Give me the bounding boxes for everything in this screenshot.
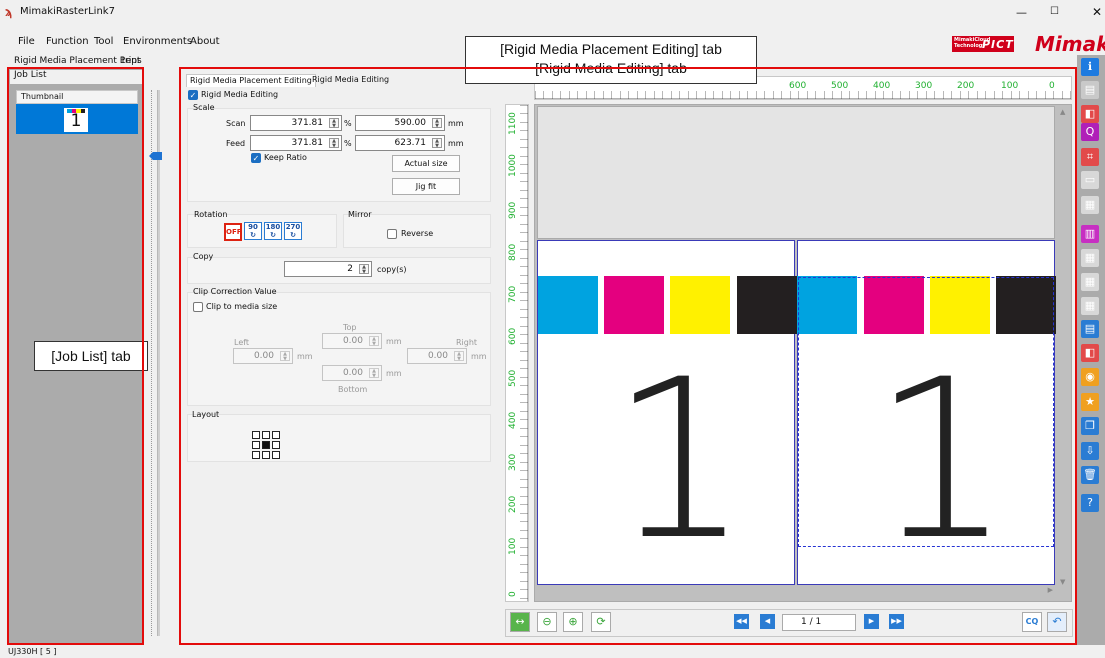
copy-icon[interactable]: ❐ [1081, 417, 1099, 435]
window-title: MimakiRasterLink7 [20, 6, 115, 17]
sheet-icon[interactable]: ▭ [1081, 171, 1099, 189]
sample-icon[interactable]: ▦ [1081, 297, 1099, 315]
favorite-icon[interactable]: ★ [1081, 393, 1099, 411]
trash-icon[interactable]: 🗑 [1081, 466, 1099, 484]
menu-about[interactable]: About [190, 36, 220, 47]
app-logo-icon: ϡ [5, 5, 13, 19]
preview-q-icon[interactable]: Q [1081, 123, 1099, 141]
editor-highlight [179, 67, 1077, 645]
menu-tool[interactable]: Tool [94, 36, 113, 47]
status-bar: UJ330H [ 5 ] [8, 647, 57, 656]
layout-editor-icon[interactable]: ▥ [1081, 225, 1099, 243]
job-list-highlight [7, 67, 144, 645]
help-icon[interactable]: ? [1081, 494, 1099, 512]
pict-logo-text: PICT [982, 38, 1014, 51]
thumbnail-size-slider-ticks [148, 90, 152, 636]
grid-icon[interactable]: ▦ [1081, 196, 1099, 214]
menu-function[interactable]: Function [46, 36, 89, 47]
tabs-callout-line1: [Rigid Media Placement Editing] tab [500, 41, 722, 57]
file-name-label: 1eps [120, 56, 142, 66]
crop-icon[interactable]: ⌗ [1081, 148, 1099, 166]
title-bar [0, 0, 1105, 28]
export-icon[interactable]: ⇩ [1081, 442, 1099, 460]
delete-q-icon[interactable]: ◧ [1081, 344, 1099, 362]
thumbnail-size-slider[interactable] [157, 90, 160, 636]
menu-environments[interactable]: Environments [123, 36, 192, 47]
step-icon[interactable]: ▦ [1081, 273, 1099, 291]
close-button[interactable]: ✕ [1092, 5, 1102, 19]
minimize-button[interactable]: — [1016, 6, 1027, 19]
pict-logo-subtitle: MimakiCloud Technology [954, 37, 991, 49]
maximize-button[interactable]: ☐ [1050, 6, 1059, 17]
info-icon[interactable]: ℹ [1081, 58, 1099, 76]
job-copy-icon[interactable]: ▤ [1081, 81, 1099, 99]
tile-icon[interactable]: ▦ [1081, 249, 1099, 267]
image-edit-icon[interactable]: ◧ [1081, 105, 1099, 123]
pict-logo: MimakiCloud Technology PICT [952, 36, 1014, 52]
color-icon[interactable]: ◉ [1081, 368, 1099, 386]
mimaki-logo: Mimak [1035, 32, 1105, 56]
print-cq-icon[interactable]: ▤ [1081, 320, 1099, 338]
menu-file[interactable]: File [18, 36, 35, 47]
